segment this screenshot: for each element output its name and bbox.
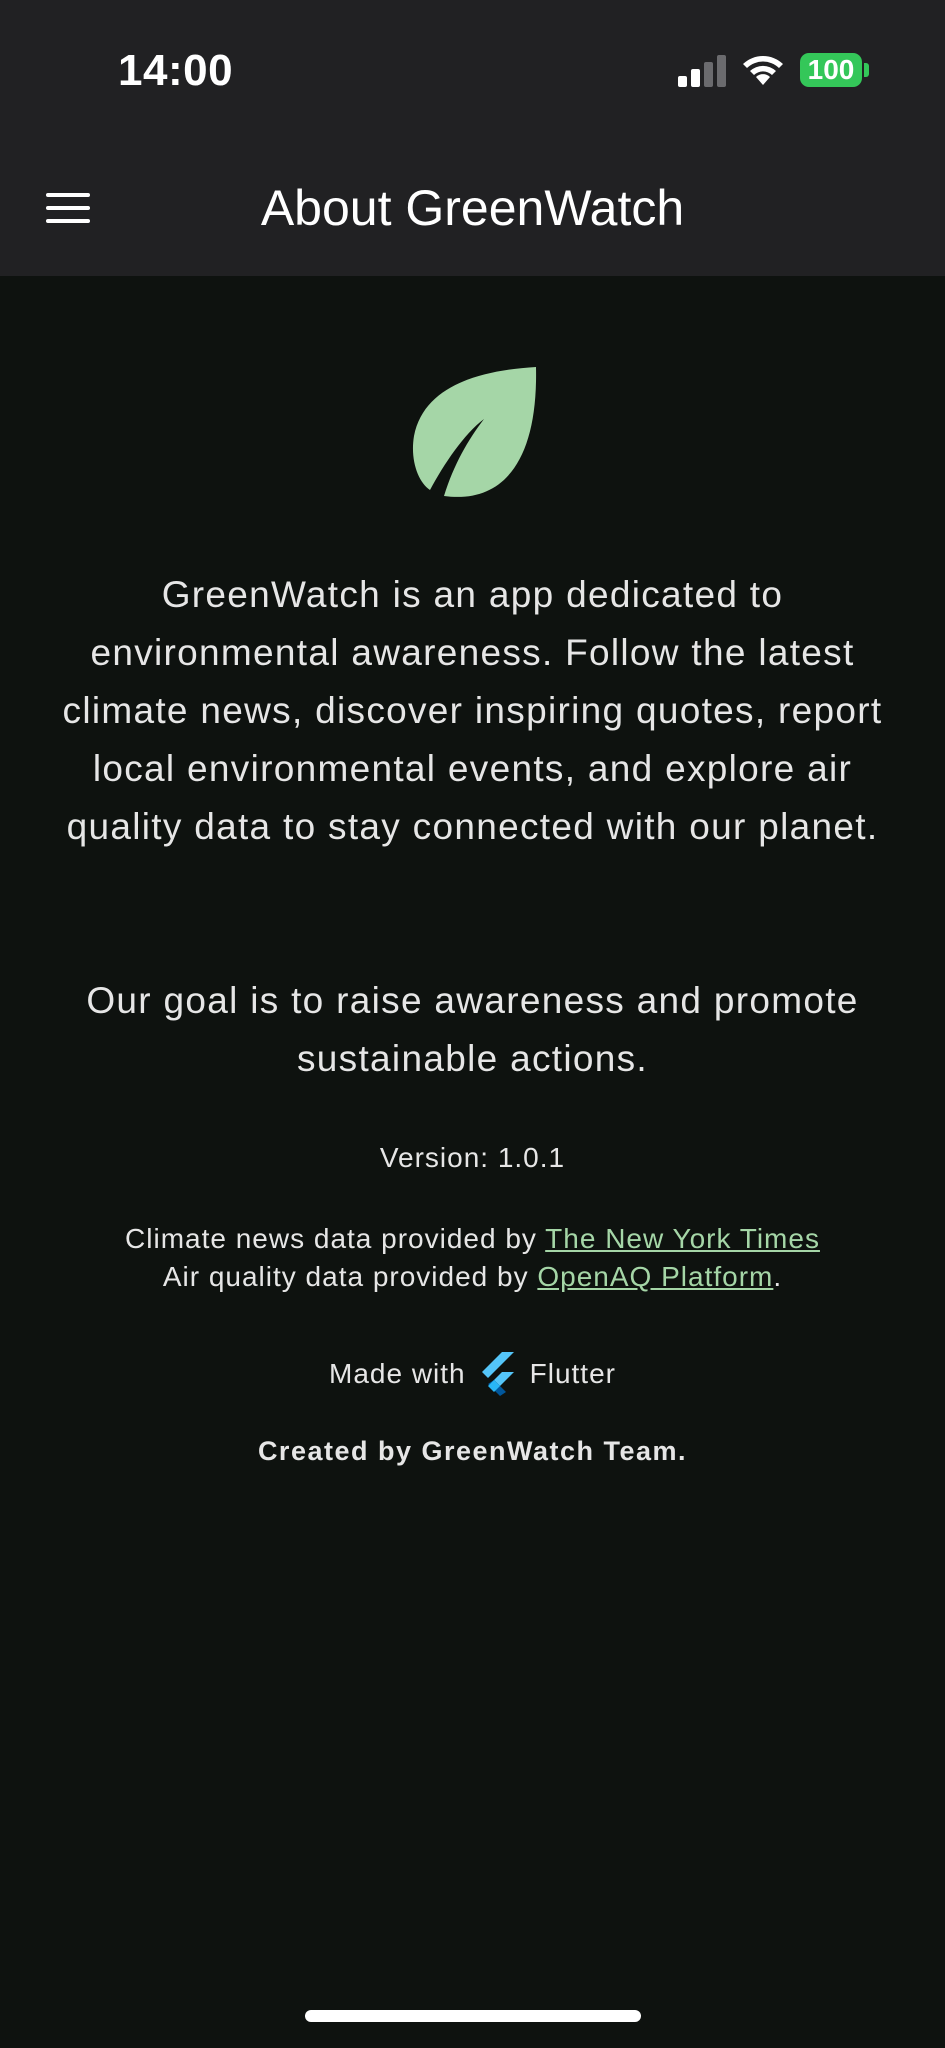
- made-with-flutter: Made with Flutter: [0, 1350, 945, 1398]
- air-credit-suffix: .: [773, 1261, 783, 1292]
- wifi-icon: [743, 56, 783, 85]
- leaf-icon: [412, 367, 537, 497]
- status-bar: 14:00 100: [0, 0, 945, 140]
- openaq-link[interactable]: OpenAQ Platform: [537, 1261, 773, 1292]
- air-credit-prefix: Air quality data provided by: [162, 1261, 538, 1292]
- status-time: 14:00: [118, 46, 234, 95]
- home-indicator: [305, 2010, 641, 2022]
- data-credits: Climate news data provided by The New Yo…: [0, 1220, 945, 1296]
- nyt-link[interactable]: The New York Times: [545, 1223, 820, 1254]
- news-credit-line: Climate news data provided by The New Yo…: [0, 1220, 945, 1258]
- battery-tip: [864, 63, 869, 77]
- app-goal: Our goal is to raise awareness and promo…: [86, 980, 859, 1079]
- news-credit-prefix: Climate news data provided by: [125, 1223, 546, 1254]
- page-title: About GreenWatch: [260, 180, 685, 236]
- created-by: Created by GreenWatch Team.: [257, 1436, 688, 1466]
- app-bar: About GreenWatch: [0, 140, 945, 276]
- flutter-logo-icon: [481, 1352, 514, 1396]
- air-credit-line: Air quality data provided by OpenAQ Plat…: [0, 1258, 945, 1296]
- cellular-signal-icon: [678, 55, 726, 87]
- app-description: GreenWatch is an app dedicated to enviro…: [62, 574, 883, 847]
- battery-indicator: 100: [800, 53, 862, 87]
- made-with-label: Made with: [329, 1358, 466, 1389]
- battery-level: 100: [807, 54, 855, 85]
- flutter-label: Flutter: [529, 1358, 616, 1389]
- app-version: Version: 1.0.1: [379, 1142, 566, 1173]
- hamburger-menu-icon[interactable]: [36, 176, 100, 240]
